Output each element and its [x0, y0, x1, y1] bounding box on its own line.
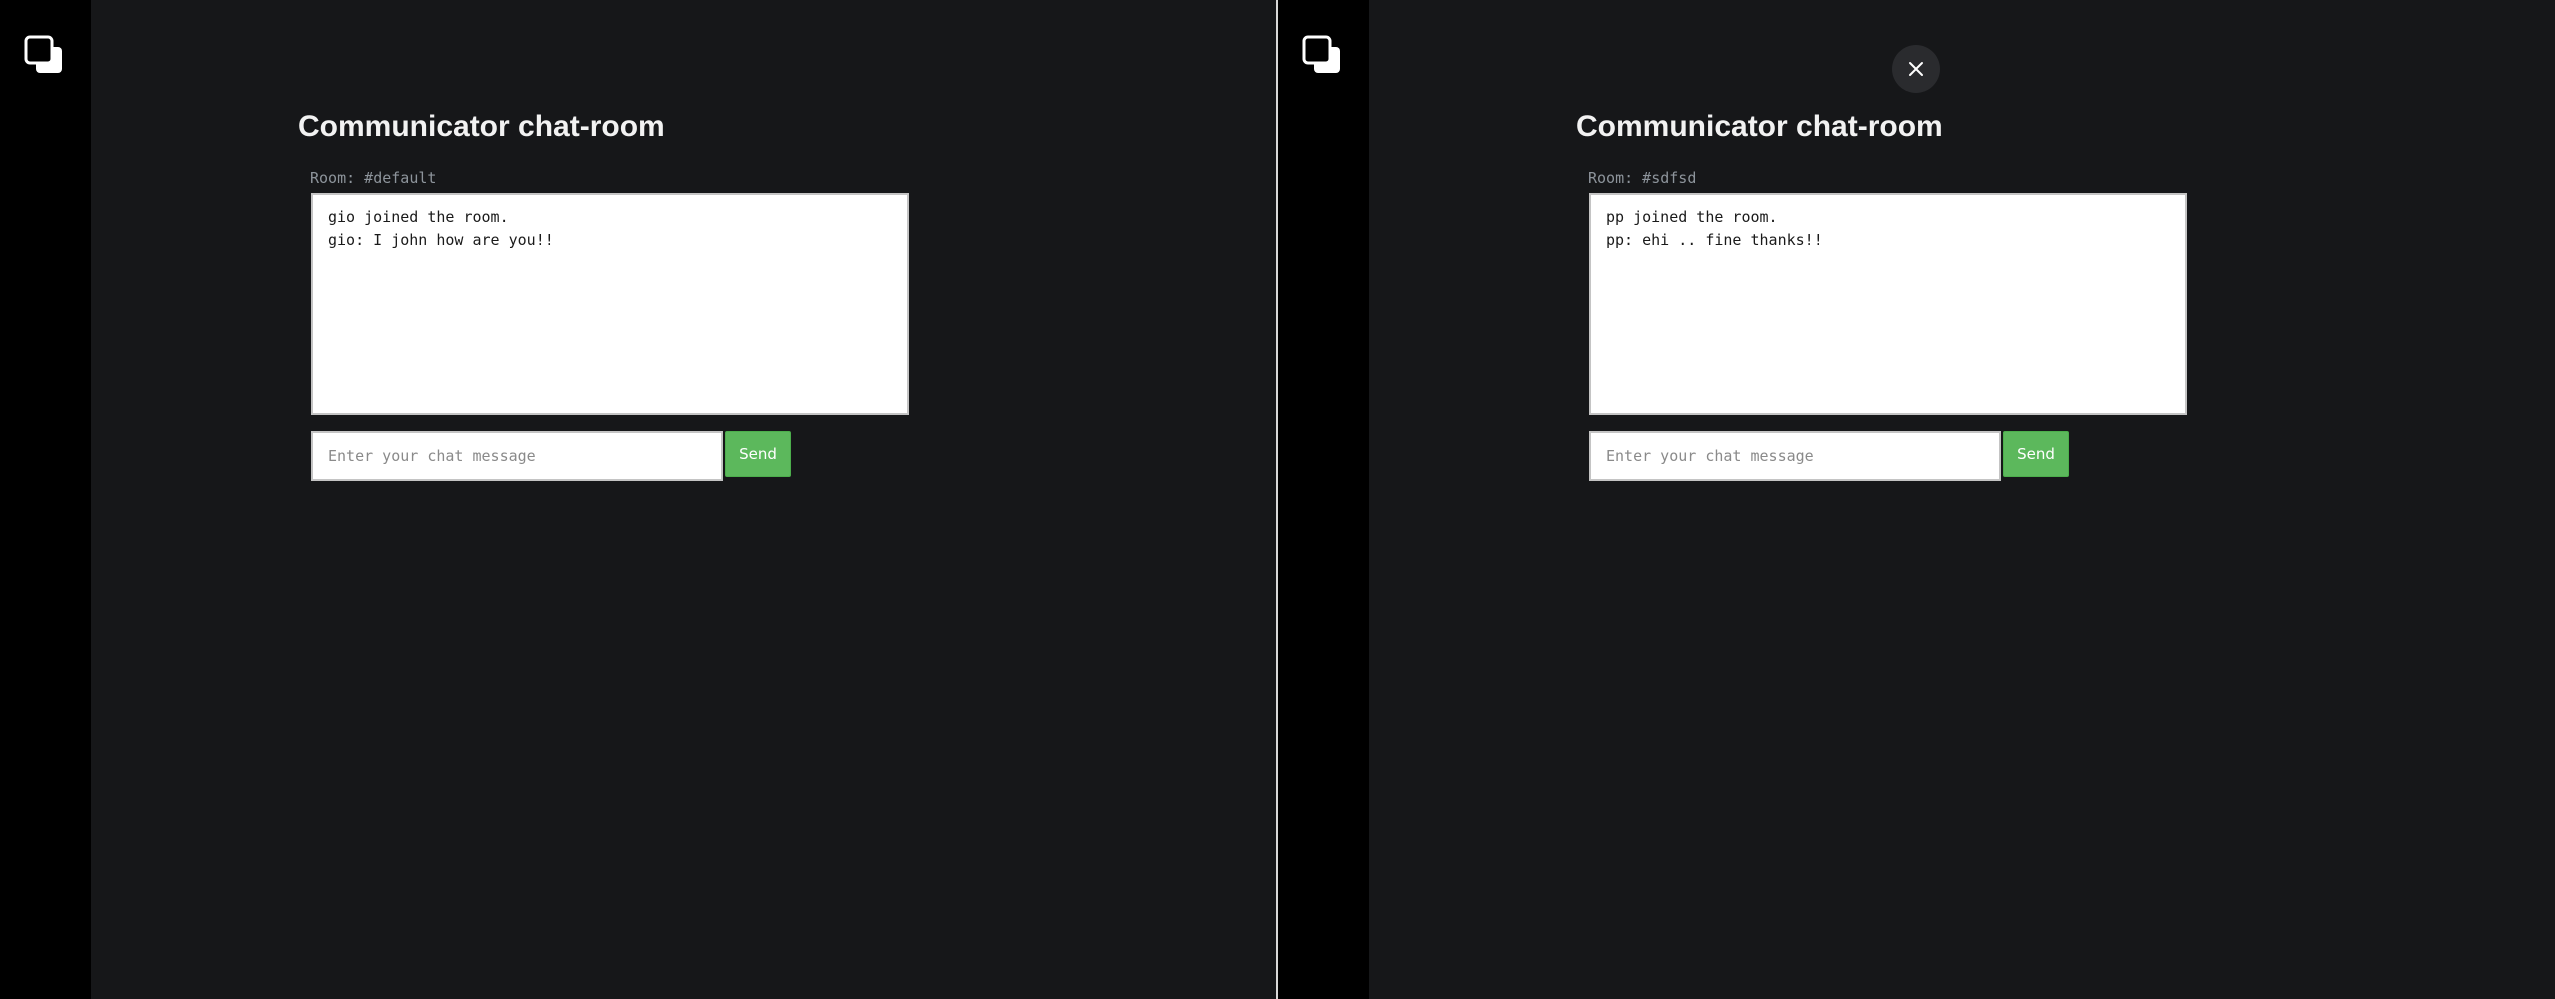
left-chat-window: Communicator chat-room Room: #default gi…	[0, 0, 1276, 999]
chat-message-input[interactable]	[311, 431, 723, 481]
chat-message: pp joined the room.	[1606, 208, 1778, 226]
chat-message: gio: I john how are you!!	[328, 231, 554, 249]
send-button[interactable]: Send	[725, 431, 791, 477]
chat-message: pp: ehi .. fine thanks!!	[1606, 231, 1823, 249]
chat-log[interactable]: pp joined the room. pp: ehi .. fine than…	[1589, 193, 2187, 415]
right-chat-window: Communicator chat-room Room: #sdfsd pp j…	[1278, 0, 2555, 999]
page-title: Communicator chat-room	[1576, 110, 1943, 143]
close-button[interactable]	[1892, 45, 1940, 93]
room-label: Room: #default	[310, 169, 437, 187]
page-title: Communicator chat-room	[298, 110, 665, 143]
chat-log[interactable]: gio joined the room. gio: I john how are…	[311, 193, 909, 415]
chat-message: gio joined the room.	[328, 208, 509, 226]
left-sidebar	[0, 0, 91, 999]
room-label: Room: #sdfsd	[1588, 169, 1697, 187]
chat-message-input[interactable]	[1589, 431, 2001, 481]
send-button[interactable]: Send	[2003, 431, 2069, 477]
close-icon	[1909, 62, 1923, 76]
overlapping-squares-icon[interactable]	[1302, 35, 1342, 75]
overlapping-squares-icon[interactable]	[24, 35, 64, 75]
right-sidebar	[1278, 0, 1369, 999]
